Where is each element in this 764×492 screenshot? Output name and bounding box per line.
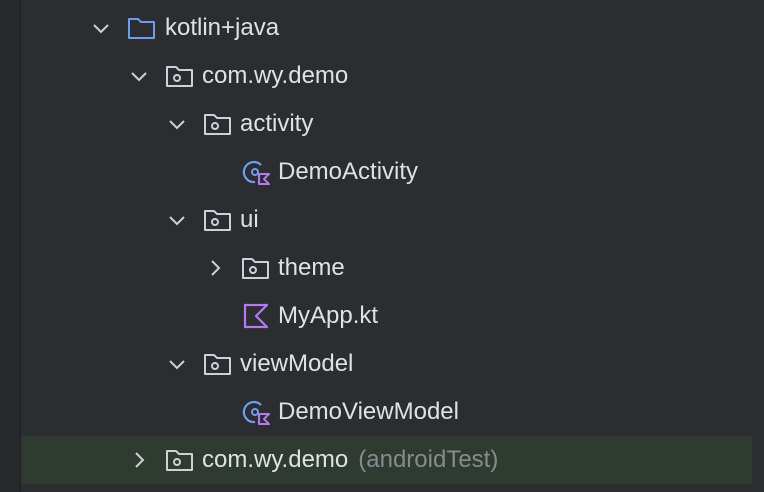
tree-item-suffix: (androidTest) [358,446,499,473]
tree-item-kotlin-java[interactable]: kotlin+java [21,4,752,52]
tree-item-activity[interactable]: activity [21,100,752,148]
package-folder-icon [203,110,233,138]
kotlin-class-icon [241,158,271,186]
left-gutter [0,0,20,492]
folder-icon [127,14,157,42]
chevron-down-icon[interactable] [91,18,111,38]
package-folder-icon [203,350,233,378]
tree-item-viewmodel[interactable]: viewModel [21,340,752,388]
tree-item-label: kotlin+java [165,14,280,41]
tree-item-demo-activity[interactable]: DemoActivity [21,148,752,196]
tree-item-theme[interactable]: theme [21,244,752,292]
kotlin-class-icon [241,398,271,426]
tree-item-label: MyApp.kt [278,302,379,329]
chevron-right-icon[interactable] [205,258,225,278]
tree-item-label: com.wy.demo [202,446,349,473]
kotlin-file-icon [241,302,271,330]
package-folder-icon [165,62,195,90]
chevron-right-icon[interactable] [129,450,149,470]
package-folder-icon [165,446,195,474]
tree-item-label: activity [240,110,314,137]
tree-item-label: ui [240,206,259,233]
chevron-down-icon[interactable] [167,354,187,374]
chevron-down-icon[interactable] [129,66,149,86]
tree-item-demo-viewmodel[interactable]: DemoViewModel [21,388,752,436]
tree-item-com-wy-demo[interactable]: com.wy.demo [21,52,752,100]
tree-item-label-wrapper: com.wy.demo (androidTest) [202,446,498,474]
tree-item-label: DemoViewModel [278,398,459,425]
tree-item-label: viewModel [240,350,354,377]
package-folder-icon [241,254,271,282]
tree-item-label: DemoActivity [278,158,419,185]
project-tree: kotlin+java com.wy.demo activity DemoAct… [21,0,764,492]
chevron-down-icon[interactable] [167,210,187,230]
chevron-down-icon[interactable] [167,114,187,134]
tree-item-label: com.wy.demo [202,62,349,89]
tree-item-myapp-kt[interactable]: MyApp.kt [21,292,752,340]
tree-item-ui[interactable]: ui [21,196,752,244]
tree-item-label: theme [278,254,345,281]
tree-item-com-wy-demo-androidtest[interactable]: com.wy.demo (androidTest) [21,436,752,484]
package-folder-icon [203,206,233,234]
